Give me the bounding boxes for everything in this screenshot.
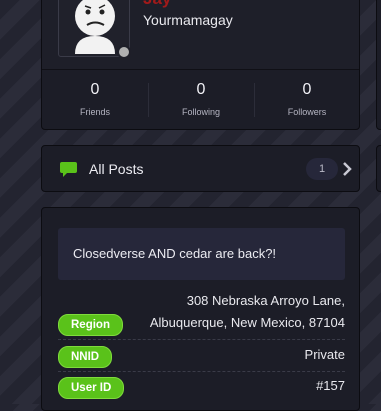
stat-followers[interactable]: 0 Followers [254, 81, 359, 117]
region-value: 308 Nebraska Arroyo Lane, Albuquerque, N… [150, 290, 345, 334]
stat-label: Following [181, 107, 221, 117]
confused-face-icon [75, 0, 115, 54]
divider [42, 69, 359, 70]
chat-bubble-icon [60, 162, 77, 177]
stat-label: Friends [79, 107, 110, 117]
profile-bio: Closedverse AND cedar are back?! [58, 228, 345, 280]
stat-friends[interactable]: 0 Friends [42, 81, 148, 117]
stat-label: Followers [287, 107, 327, 117]
profile-name: Jay [143, 0, 171, 9]
region-value-line: 308 Nebraska Arroyo Lane, [186, 293, 345, 308]
userid-label: User ID [58, 377, 125, 399]
all-posts-label: All Posts [89, 161, 144, 177]
profile-username: Yourmamagay [143, 12, 233, 28]
profile-card: Jay Yourmamagay 0 Friends 0 Following 0 … [41, 0, 360, 130]
region-label: Region [58, 314, 123, 336]
nnid-value: Private [304, 347, 345, 362]
stat-value: 0 [302, 81, 312, 98]
all-posts-link[interactable]: All Posts 1 [41, 145, 360, 192]
stat-value: 0 [90, 81, 100, 98]
post-count-badge: 1 [306, 158, 338, 180]
stat-following[interactable]: 0 Following [148, 81, 254, 117]
status-indicator [117, 45, 131, 59]
row-divider [58, 371, 345, 372]
row-divider [58, 339, 345, 340]
stat-value: 0 [196, 81, 206, 98]
profile-info-card: Closedverse AND cedar are back?! 308 Neb… [41, 207, 360, 411]
chevron-right-icon [343, 162, 352, 176]
side-card-posts [376, 145, 381, 192]
nnid-label: NNID [58, 346, 113, 368]
userid-value: #157 [316, 378, 345, 393]
region-value-line: Albuquerque, New Mexico, 87104 [149, 315, 345, 330]
side-card-top [376, 0, 381, 130]
